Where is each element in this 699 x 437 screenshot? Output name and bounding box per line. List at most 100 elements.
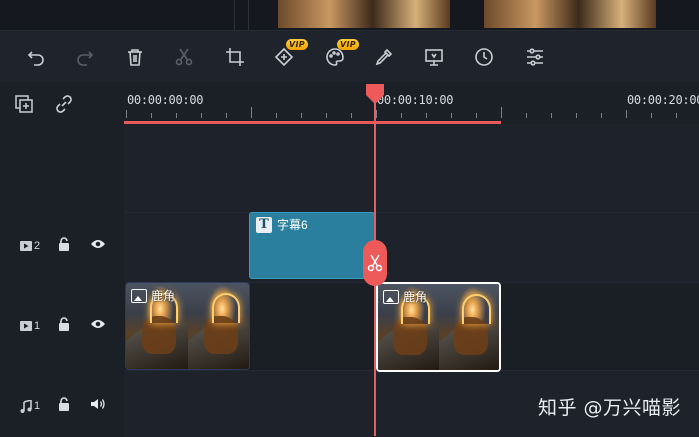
ruler-tick <box>301 113 302 118</box>
ruler-tick <box>126 110 127 118</box>
redo-button[interactable] <box>71 43 99 71</box>
preview-strip <box>0 0 699 30</box>
title-clip-header: T 字幕6 <box>256 216 308 233</box>
track-row-empty[interactable] <box>124 124 699 212</box>
track-label: 2 <box>20 240 40 252</box>
music-note-icon <box>20 399 32 413</box>
ruler-tick <box>551 113 552 118</box>
crop-button[interactable] <box>221 43 249 71</box>
track-controls-audio-1: 1 <box>0 392 124 420</box>
add-track-button[interactable] <box>14 94 34 114</box>
crop-icon <box>226 48 244 66</box>
lock-button[interactable] <box>58 236 70 256</box>
ruler-tick <box>201 113 202 118</box>
clock-icon <box>475 48 493 66</box>
unlock-icon <box>59 236 69 251</box>
image-icon <box>131 288 147 303</box>
link-icon <box>56 95 72 113</box>
track-controls-video-2: 2 <box>0 232 124 260</box>
video-track-icon <box>20 241 32 251</box>
strip-divider <box>234 0 235 30</box>
clip-header: 鹿角 <box>383 288 427 305</box>
ruler-tick <box>651 113 652 118</box>
edit-toolbar: VIP VIP <box>0 30 699 83</box>
eyedropper-icon <box>375 48 393 66</box>
display-button[interactable] <box>420 43 448 71</box>
add-effect-button[interactable]: VIP <box>270 39 308 71</box>
adjust-button[interactable] <box>521 43 549 71</box>
visibility-button[interactable] <box>90 317 106 335</box>
link-button[interactable] <box>54 94 74 114</box>
vip-badge: VIP <box>337 39 359 50</box>
clip-header: 鹿角 <box>131 287 175 304</box>
ruler-tick <box>676 113 677 118</box>
cut-button[interactable] <box>170 43 198 71</box>
unlock-icon <box>59 316 69 331</box>
display-icon <box>425 49 443 66</box>
eyedropper-button[interactable] <box>370 43 398 71</box>
track-header-panel: 2 1 1 <box>0 82 125 436</box>
timecode-label: 00:00:20:00 <box>627 93 699 107</box>
clip-label: 鹿角 <box>403 290 428 304</box>
redo-icon <box>77 51 94 66</box>
track-row-video-2[interactable] <box>124 212 699 283</box>
preview-thumbnail <box>278 0 450 28</box>
scissors-icon <box>367 254 383 272</box>
track-controls-video-1: 1 <box>0 312 124 340</box>
unlock-icon <box>59 396 69 411</box>
timecode-label: 00:00:00:00 <box>127 93 204 107</box>
vip-badge: VIP <box>286 39 308 50</box>
ruler-tick <box>251 107 252 118</box>
ruler-tick <box>526 113 527 118</box>
video-clip[interactable]: 鹿角 <box>125 282 250 370</box>
cut-icon <box>175 48 193 66</box>
preview-thumbnail <box>484 0 656 28</box>
ruler-tick <box>501 107 502 118</box>
strip-divider <box>248 0 249 30</box>
track-label: 1 <box>20 399 40 413</box>
image-icon <box>383 289 399 304</box>
ruler-tick <box>351 113 352 118</box>
title-clip-label: 字幕6 <box>277 218 308 232</box>
ruler-tick <box>426 113 427 118</box>
playhead-handle[interactable] <box>366 84 384 104</box>
title-clip[interactable]: T 字幕6 <box>249 212 375 279</box>
undo-icon <box>27 51 44 66</box>
add-effect-icon <box>274 47 294 67</box>
clip-label: 鹿角 <box>151 289 176 303</box>
add-track-icon <box>15 95 33 113</box>
delete-button[interactable] <box>121 43 149 71</box>
undo-button[interactable] <box>22 43 50 71</box>
track-label: 1 <box>20 320 40 332</box>
video-clip-selected[interactable]: 鹿角 <box>376 282 501 372</box>
visibility-button[interactable] <box>90 237 106 255</box>
ruler-tick <box>176 113 177 118</box>
speaker-icon <box>91 399 105 409</box>
ruler-tick <box>226 113 227 118</box>
ruler-tick <box>151 113 152 118</box>
mute-button[interactable] <box>90 397 106 415</box>
eye-icon <box>91 320 105 328</box>
eye-icon <box>91 240 105 248</box>
video-track-icon <box>20 321 32 331</box>
ruler-tick <box>401 113 402 118</box>
clip-thumbnail <box>188 283 249 369</box>
lock-button[interactable] <box>58 316 70 336</box>
split-button[interactable] <box>363 240 387 286</box>
clip-thumbnail <box>439 284 499 370</box>
lock-button[interactable] <box>58 396 70 416</box>
ruler-tick <box>576 113 577 118</box>
ruler-tick <box>451 113 452 118</box>
ruler-tick <box>326 113 327 118</box>
text-icon: T <box>256 216 272 233</box>
color-palette-icon <box>326 48 344 66</box>
timeline-ruler[interactable]: 00:00:00:00 00:00:10:00 00:00:20:00 <box>124 82 699 124</box>
ruler-tick <box>276 113 277 118</box>
ruler-tick <box>626 110 627 118</box>
timecode-label: 00:00:10:00 <box>377 93 454 107</box>
ruler-tick <box>476 113 477 118</box>
ruler-tick <box>376 110 377 118</box>
speed-button[interactable] <box>470 43 498 71</box>
ruler-tick <box>601 113 602 118</box>
color-palette-button[interactable]: VIP <box>321 39 359 71</box>
